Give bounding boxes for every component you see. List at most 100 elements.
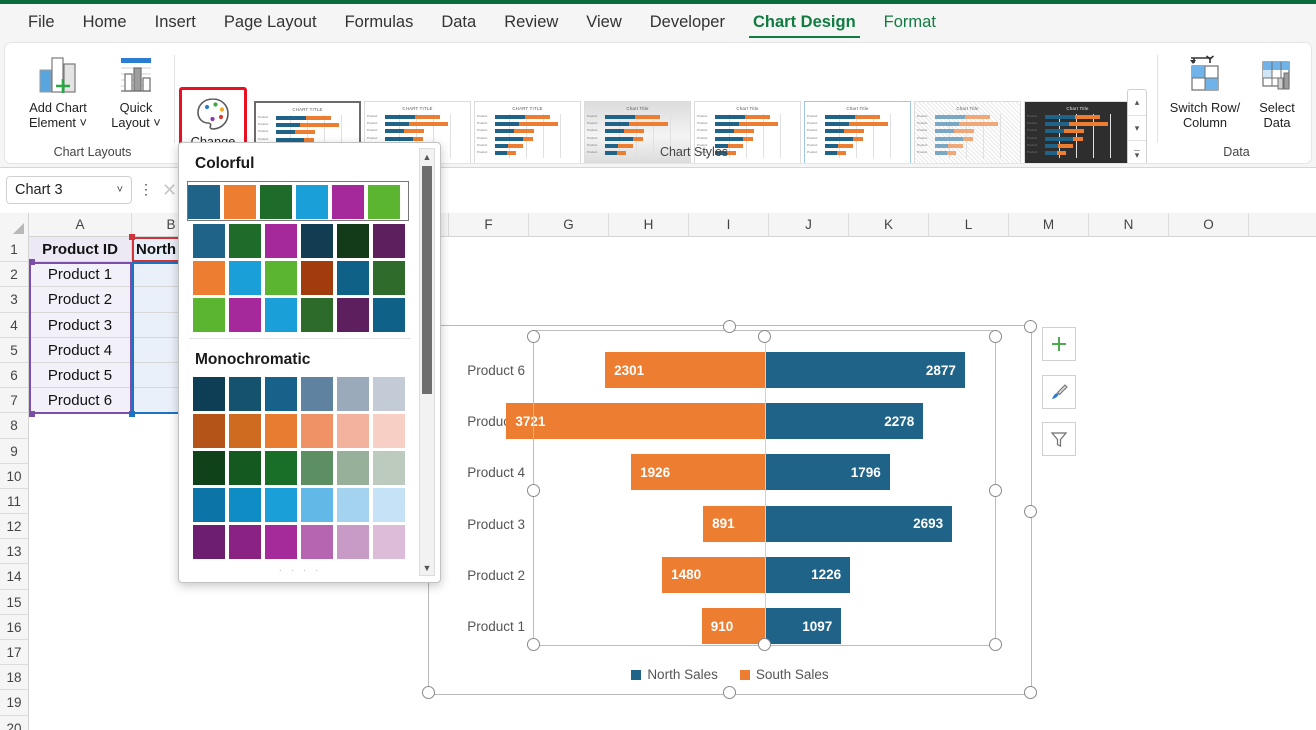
selection-handle[interactable] — [129, 234, 135, 240]
row-header-1[interactable]: 1 — [0, 237, 28, 263]
gallery-scroll-down[interactable]: ▾ — [1128, 115, 1146, 140]
plot-handle-bottom-left[interactable] — [527, 638, 540, 651]
plot-handle-middle-right[interactable] — [989, 484, 1002, 497]
column-header-N[interactable]: N — [1089, 213, 1169, 237]
plot-handle-middle-left[interactable] — [527, 484, 540, 497]
row-header-19[interactable]: 19 — [0, 690, 28, 716]
row-header-3[interactable]: 3 — [0, 287, 28, 313]
bar-south-product-1[interactable]: 910 — [701, 608, 765, 644]
column-header-I[interactable]: I — [689, 213, 769, 237]
chart-object[interactable]: Product 6 2301 2877 Product 5 3721 2278 Produc… — [428, 325, 1032, 695]
name-box[interactable]: Chart 3 ˅ — [6, 176, 132, 204]
scroll-down-arrow[interactable]: ▼ — [420, 560, 434, 575]
color-palette-option[interactable] — [193, 451, 405, 485]
bar-north-product-5[interactable]: 2278 — [765, 403, 924, 440]
add-chart-element-button[interactable]: Add Chart Element ˅ — [19, 51, 97, 130]
color-palette-option[interactable] — [193, 298, 405, 332]
plot-handle-top-left[interactable] — [527, 330, 540, 343]
selection-handle[interactable] — [29, 411, 35, 417]
row-header-6[interactable]: 6 — [0, 363, 28, 389]
cell-A5[interactable]: Product 4 — [29, 337, 132, 363]
bar-north-product-2[interactable]: 1226 — [765, 556, 851, 593]
column-header-K[interactable]: K — [849, 213, 929, 237]
bar-south-product-2[interactable]: 1480 — [662, 556, 765, 593]
tab-home[interactable]: Home — [69, 4, 141, 40]
row-header-18[interactable]: 18 — [0, 665, 28, 691]
select-data-button[interactable]: Select Data — [1244, 51, 1310, 130]
row-header-11[interactable]: 11 — [0, 489, 28, 515]
tab-page-layout[interactable]: Page Layout — [210, 4, 331, 40]
tab-formulas[interactable]: Formulas — [331, 4, 428, 40]
selection-handle[interactable] — [29, 259, 35, 265]
row-header-4[interactable]: 4 — [0, 313, 28, 338]
row-header-13[interactable]: 13 — [0, 539, 28, 565]
tab-view[interactable]: View — [572, 4, 635, 40]
chart-handle-middle-right[interactable] — [1024, 505, 1037, 518]
row-header-15[interactable]: 15 — [0, 590, 28, 615]
color-palette-option[interactable] — [193, 261, 405, 295]
chart-styles-button[interactable] — [1042, 375, 1076, 409]
color-palette-option[interactable] — [193, 525, 405, 559]
row-header-7[interactable]: 7 — [0, 388, 28, 414]
chart-handle-top-center[interactable] — [723, 320, 736, 333]
color-palette-option[interactable] — [193, 488, 405, 522]
column-header-L[interactable]: L — [929, 213, 1009, 237]
plot-handle-bottom-center[interactable] — [758, 638, 771, 651]
tab-data[interactable]: Data — [427, 4, 490, 40]
chart-handle-bottom-right[interactable] — [1024, 686, 1037, 699]
dropdown-resize-grip[interactable]: · · · · — [179, 565, 421, 576]
tab-file[interactable]: File — [14, 4, 69, 40]
row-header-5[interactable]: 5 — [0, 338, 28, 363]
bar-south-product-6[interactable]: 2301 — [605, 352, 765, 388]
formula-bar-menu-icon[interactable]: ⋮ — [139, 182, 153, 197]
bar-south-product-5[interactable]: 3721 — [506, 403, 765, 440]
bar-south-product-4[interactable]: 1926 — [631, 454, 765, 491]
column-header-H[interactable]: H — [609, 213, 689, 237]
chart-handle-bottom-left[interactable] — [422, 686, 435, 699]
switch-row-column-button[interactable]: Switch Row/Column — [1164, 51, 1246, 130]
dropdown-scrollbar[interactable]: ▲ ▼ — [419, 148, 435, 576]
bar-north-product-1[interactable]: 1097 — [765, 608, 842, 644]
color-palette-option[interactable] — [193, 377, 405, 411]
plot-handle-bottom-right[interactable] — [989, 638, 1002, 651]
tab-insert[interactable]: Insert — [141, 4, 210, 40]
row-header-16[interactable]: 16 — [0, 615, 28, 640]
column-header-J[interactable]: J — [769, 213, 849, 237]
tab-format[interactable]: Format — [870, 4, 950, 40]
bar-north-product-6[interactable]: 2877 — [765, 352, 965, 388]
scrollbar-thumb[interactable] — [422, 166, 432, 394]
cell-A7[interactable]: Product 6 — [29, 388, 132, 414]
close-icon[interactable]: ✕ — [162, 180, 177, 201]
tab-developer[interactable]: Developer — [636, 4, 739, 40]
selection-handle[interactable] — [129, 411, 135, 417]
select-all-corner[interactable] — [0, 213, 29, 237]
row-header-2[interactable]: 2 — [0, 262, 28, 288]
color-palette-option[interactable] — [193, 224, 405, 258]
chart-filters-button[interactable] — [1042, 422, 1076, 456]
plot-handle-top-right[interactable] — [989, 330, 1002, 343]
gallery-scroll-up[interactable]: ▴ — [1128, 90, 1146, 115]
chart-elements-button[interactable] — [1042, 327, 1076, 361]
column-header-O[interactable]: O — [1169, 213, 1249, 237]
column-header-A[interactable]: A — [29, 213, 132, 237]
cell-A1[interactable]: Product ID — [29, 237, 132, 263]
column-header-F[interactable]: F — [449, 213, 529, 237]
row-header-8[interactable]: 8 — [0, 413, 28, 439]
column-header-M[interactable]: M — [1009, 213, 1089, 237]
cell-A3[interactable]: Product 2 — [29, 287, 132, 313]
chart-legend[interactable]: North Sales South Sales — [429, 667, 1031, 682]
chart-handle-top-right[interactable] — [1024, 320, 1037, 333]
chart-handle-bottom-center[interactable] — [723, 686, 736, 699]
row-header-14[interactable]: 14 — [0, 564, 28, 590]
cell-A4[interactable]: Product 3 — [29, 312, 132, 338]
bar-north-product-3[interactable]: 2693 — [765, 505, 953, 542]
color-palette-option[interactable] — [193, 414, 405, 448]
change-colors-dropdown[interactable]: Colorful Monochromatic ▲ ▼ · · · · — [178, 142, 441, 583]
scroll-up-arrow[interactable]: ▲ — [420, 149, 434, 164]
row-header-20[interactable]: 20 — [0, 716, 28, 730]
color-palette-option[interactable] — [187, 181, 409, 221]
tab-chart-design[interactable]: Chart Design — [739, 4, 870, 40]
cell-A2[interactable]: Product 1 — [29, 262, 132, 288]
tab-review[interactable]: Review — [490, 4, 572, 40]
row-header-12[interactable]: 12 — [0, 514, 28, 540]
